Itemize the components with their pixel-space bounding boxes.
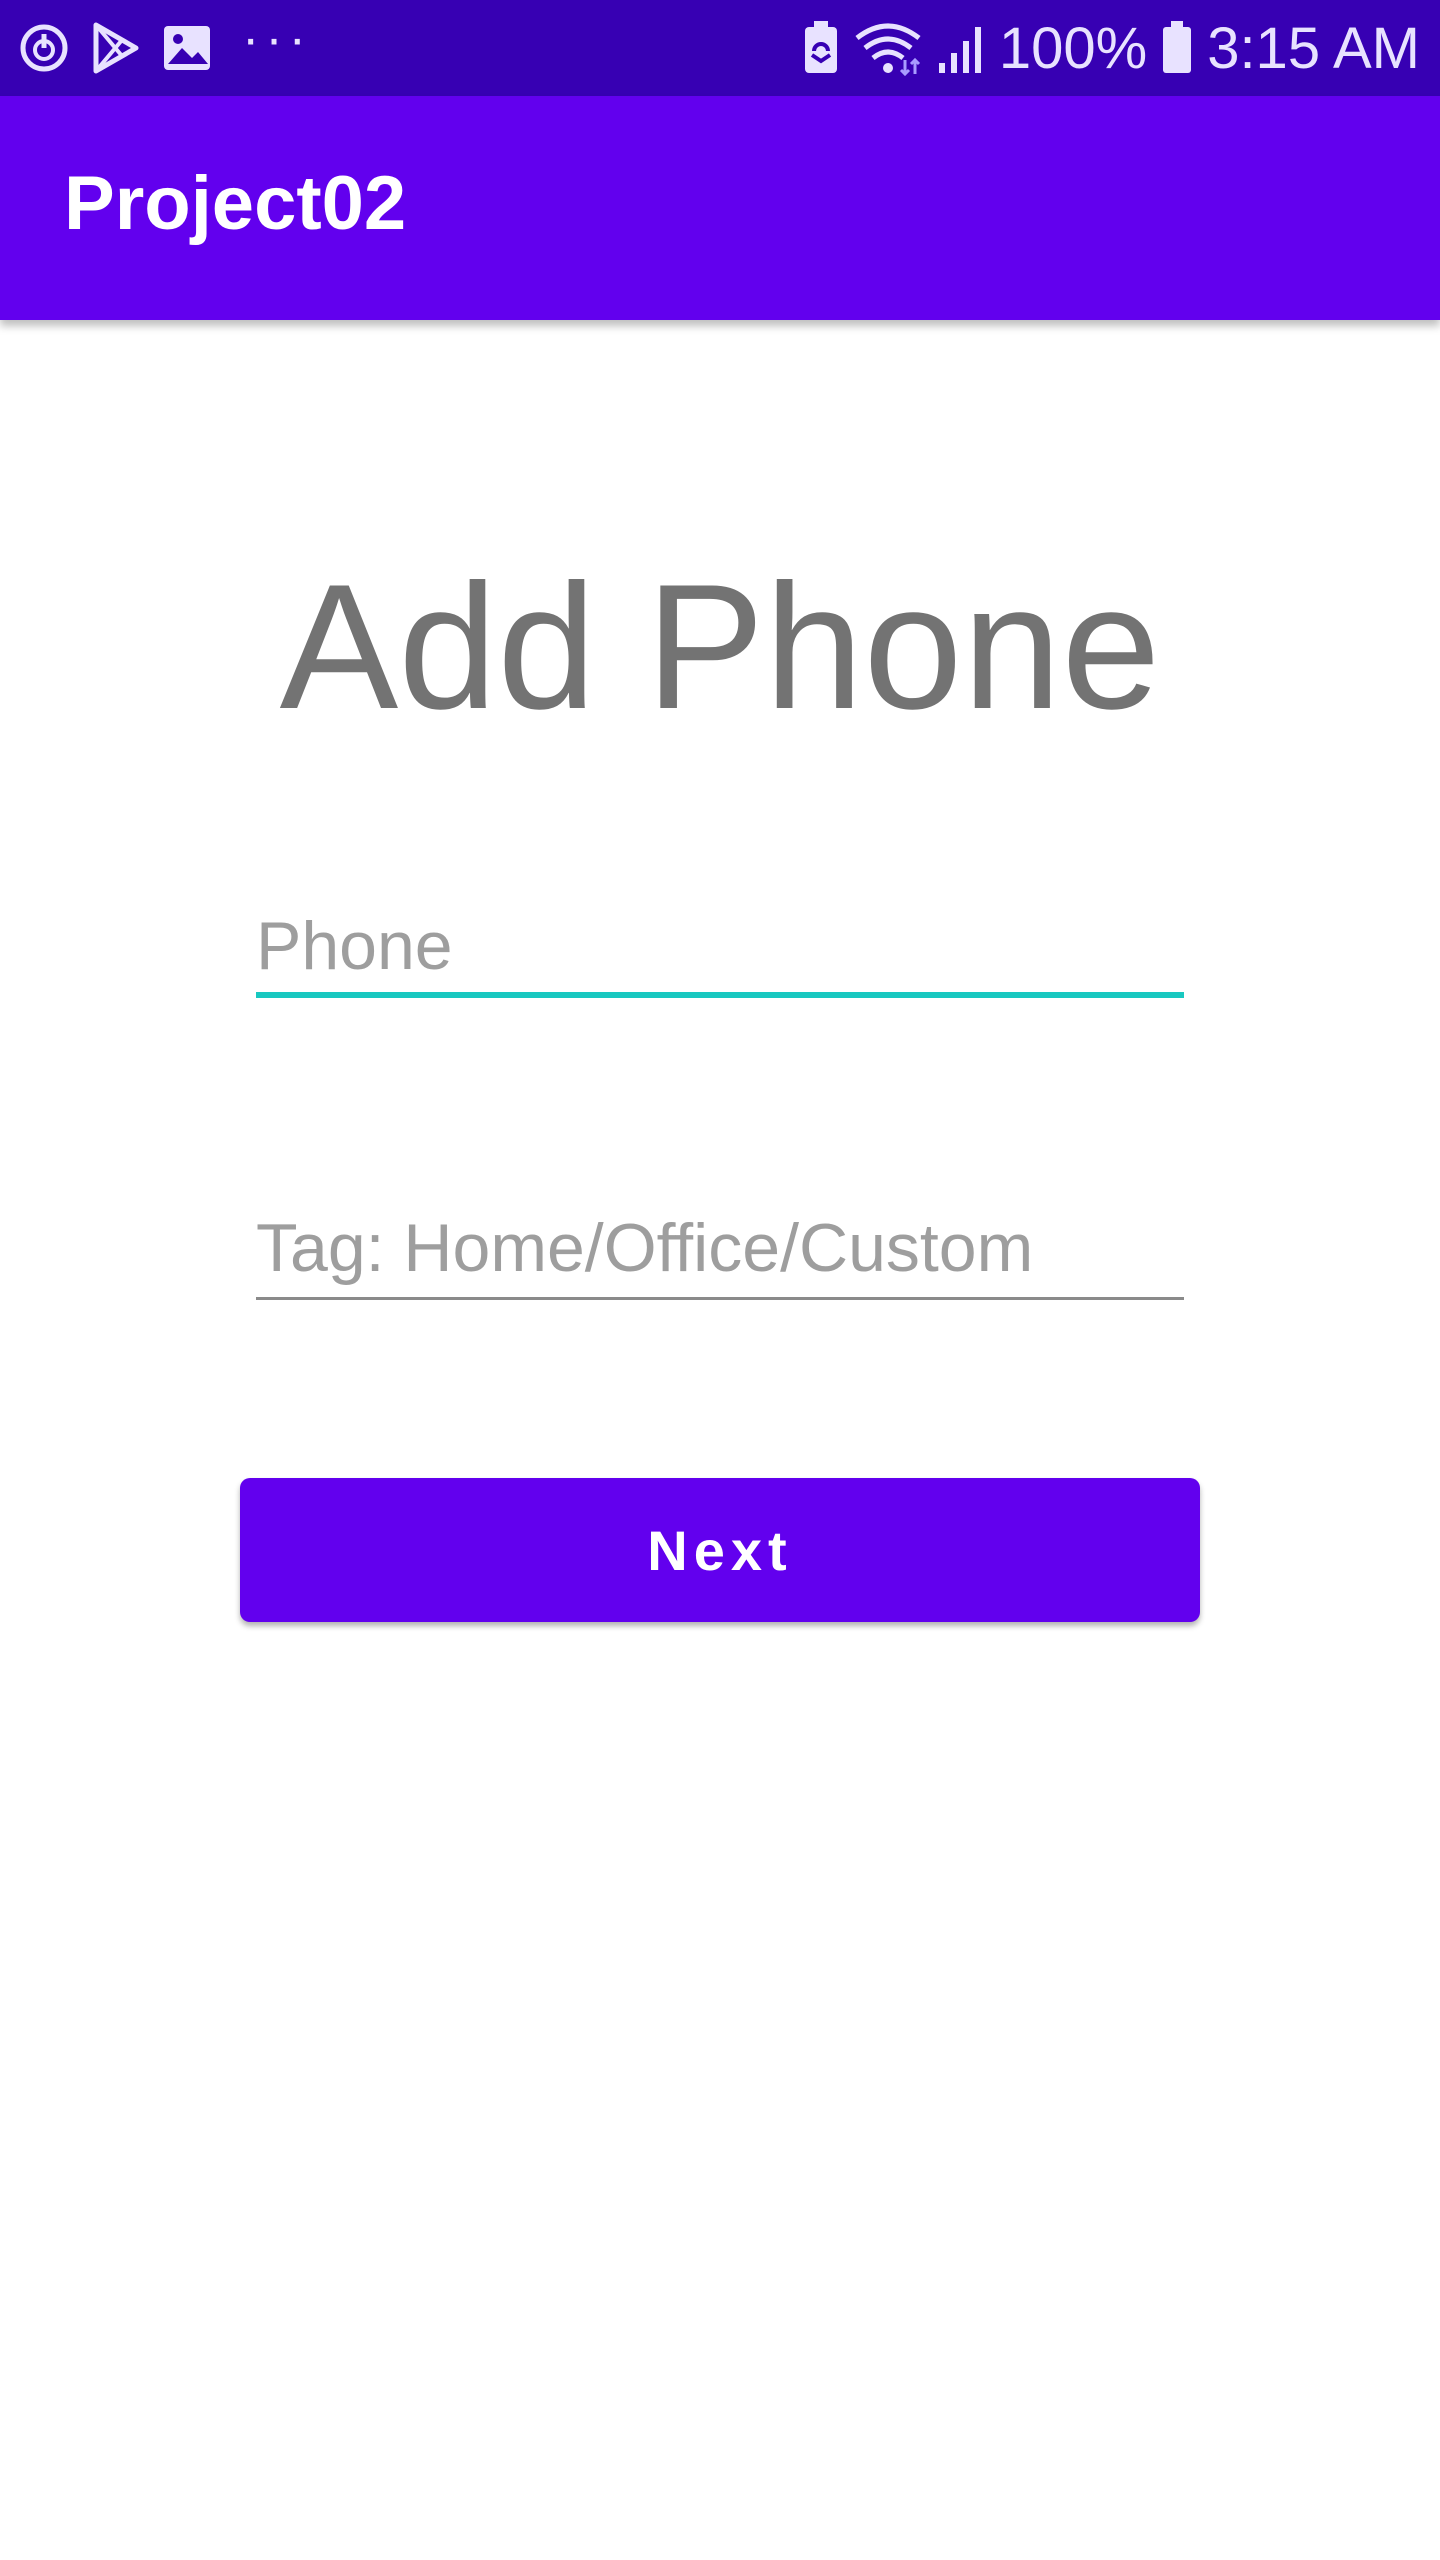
battery-icon	[1161, 21, 1193, 75]
tag-field[interactable]	[256, 1200, 1184, 1300]
phone-field[interactable]	[256, 898, 1184, 998]
signal-icon	[937, 21, 985, 75]
status-left-icons: ···	[18, 13, 312, 78]
status-bar: ··· 100% 3:15 AM	[0, 0, 1440, 96]
battery-saver-icon	[803, 21, 839, 75]
status-right-icons: 100% 3:15 AM	[803, 10, 1420, 86]
sync-power-icon	[18, 22, 70, 74]
page-title: Add Phone	[279, 547, 1161, 746]
gallery-icon	[162, 24, 212, 72]
wifi-icon	[853, 20, 923, 76]
tag-input[interactable]	[256, 1200, 1184, 1296]
add-phone-screen: ··· 100% 3:15 AM Project02 Add Phone Pho…	[0, 0, 1440, 2560]
phone-input[interactable]	[256, 898, 1184, 994]
phone-underline	[256, 992, 1184, 998]
next-button[interactable]: Next	[240, 1478, 1200, 1622]
clock: 3:15 AM	[1207, 15, 1420, 81]
play-store-icon	[92, 22, 140, 74]
more-dots-icon: ···	[242, 10, 312, 68]
app-bar: Project02	[0, 96, 1440, 320]
app-title: Project02	[64, 161, 407, 246]
tag-underline	[256, 1297, 1184, 1300]
battery-percent: 100%	[998, 15, 1148, 81]
